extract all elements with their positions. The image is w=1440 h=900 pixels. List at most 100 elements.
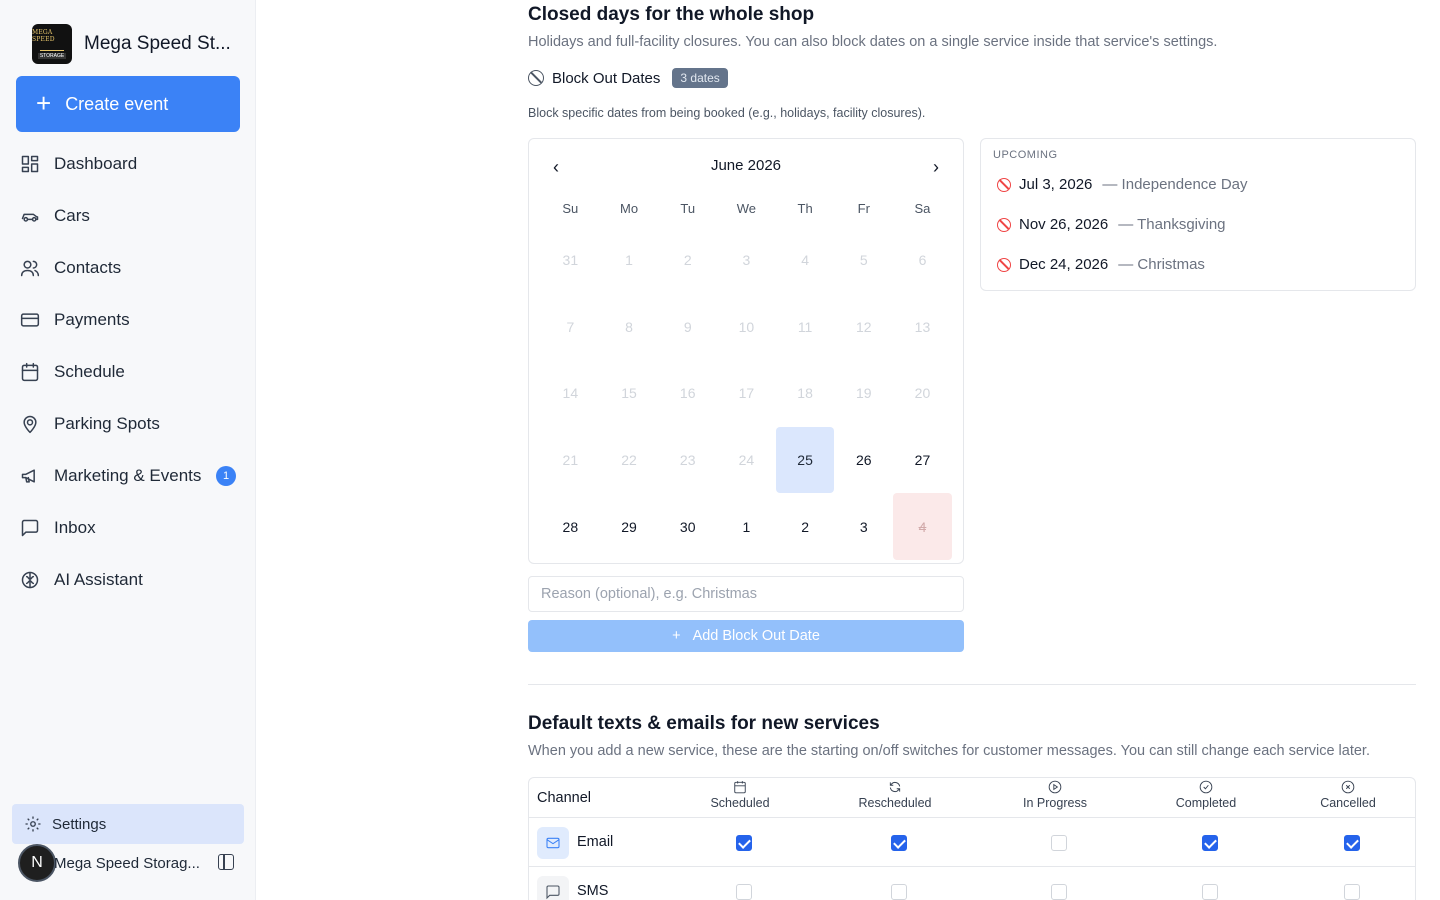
upcoming-date: Jul 3, 2026 bbox=[1019, 176, 1093, 193]
calendar-icon bbox=[734, 781, 746, 794]
calendar-day: 21 bbox=[562, 452, 579, 469]
brand[interactable]: MEGA SPEED STORAGE Mega Speed St... bbox=[32, 24, 231, 64]
sms-cancelled-checkbox[interactable] bbox=[1344, 884, 1360, 900]
calendar-day: 17 bbox=[738, 385, 755, 402]
sidebar-item-label: Schedule bbox=[54, 362, 125, 381]
gear-icon bbox=[25, 816, 41, 832]
dashboard-icon bbox=[21, 155, 39, 173]
calendar-day[interactable]: 30 bbox=[658, 493, 717, 560]
add-block-out-label: Add Block Out Date bbox=[692, 628, 820, 644]
add-block-out-date-button[interactable]: + Add Block Out Date bbox=[528, 620, 964, 652]
brand-logo: MEGA SPEED STORAGE bbox=[32, 24, 72, 64]
calendar-day: 10 bbox=[738, 318, 755, 335]
sidebar-item-label: Inbox bbox=[54, 518, 96, 537]
sidebar-item-label: Dashboard bbox=[54, 154, 138, 173]
sms-in-progress-checkbox[interactable] bbox=[1051, 884, 1067, 900]
avatar[interactable]: N bbox=[18, 844, 56, 882]
weekday-label: Sa bbox=[914, 201, 931, 216]
calendar-day: 16 bbox=[679, 385, 696, 402]
sidebar-item-marketing-events[interactable]: Marketing & Events 1 bbox=[16, 450, 240, 502]
calendar-day: 2 bbox=[683, 252, 692, 269]
closed-days-subtitle: Holidays and full-facility closures. You… bbox=[528, 34, 1218, 50]
upcoming-item: Jul 3, 2026 — Independence Day bbox=[997, 176, 1248, 193]
email-completed-checkbox[interactable] bbox=[1202, 835, 1218, 851]
ban-icon bbox=[997, 217, 1011, 232]
calendar-day: 24 bbox=[738, 452, 755, 469]
sidebar-item-dashboard[interactable]: Dashboard bbox=[16, 138, 240, 190]
sidebar-collapse-icon[interactable] bbox=[218, 854, 234, 870]
table-header: Channel Scheduled Rescheduled In Progres… bbox=[529, 778, 1415, 818]
sidebar-item-label: AI Assistant bbox=[54, 570, 143, 589]
message-icon bbox=[21, 519, 39, 537]
weekday-label: Su bbox=[562, 201, 579, 216]
column-label: Cancelled bbox=[1320, 796, 1376, 810]
calendar-day[interactable]: 29 bbox=[600, 493, 659, 560]
chevron-right-icon[interactable]: › bbox=[933, 157, 939, 177]
email-cancelled-checkbox[interactable] bbox=[1344, 835, 1360, 851]
create-event-button[interactable]: + Create event bbox=[16, 76, 240, 132]
sms-completed-checkbox[interactable] bbox=[1202, 884, 1218, 900]
calendar-day[interactable]: 3 bbox=[834, 493, 893, 560]
map-pin-icon bbox=[23, 415, 37, 434]
sidebar-item-parking-spots[interactable]: Parking Spots bbox=[16, 398, 240, 450]
column-label: Completed bbox=[1175, 796, 1237, 810]
calendar-day: 20 bbox=[914, 385, 931, 402]
plus-icon: + bbox=[36, 87, 52, 118]
email-scheduled-checkbox[interactable] bbox=[736, 835, 752, 851]
calendar-day[interactable]: 26 bbox=[834, 427, 893, 494]
calendar-day: 11 bbox=[797, 318, 813, 335]
sms-scheduled-checkbox[interactable] bbox=[736, 884, 752, 900]
user-name: Mega Speed Storag... bbox=[54, 854, 200, 872]
notification-defaults-table: Channel Scheduled Rescheduled In Progres… bbox=[528, 777, 1416, 900]
upcoming-title: UPCOMING bbox=[993, 149, 1058, 161]
sidebar-item-payments[interactable]: Payments bbox=[16, 294, 240, 346]
sms-rescheduled-checkbox[interactable] bbox=[891, 884, 907, 900]
column-scheduled: Scheduled bbox=[680, 780, 800, 810]
calendar-day: 12 bbox=[855, 318, 872, 335]
calendar-day: 13 bbox=[914, 318, 931, 335]
ban-icon bbox=[997, 177, 1011, 192]
upcoming-item: Dec 24, 2026 — Christmas bbox=[997, 256, 1205, 273]
reason-input[interactable] bbox=[528, 576, 964, 612]
defaults-subtitle: When you add a new service, these are th… bbox=[528, 743, 1370, 759]
user-account[interactable]: N Mega Speed Storag... bbox=[18, 843, 244, 883]
calendar-month: June 2026 bbox=[710, 157, 782, 174]
sidebar-item-label: Parking Spots bbox=[54, 414, 160, 433]
calendar-day: 22 bbox=[621, 452, 637, 469]
weekday-label: Tu bbox=[680, 201, 696, 216]
settings-label: Settings bbox=[52, 815, 107, 833]
email-rescheduled-checkbox[interactable] bbox=[891, 835, 907, 851]
calendar-icon bbox=[21, 362, 39, 382]
megaphone-icon bbox=[21, 469, 35, 483]
section-divider bbox=[528, 684, 1416, 685]
logo-text-bottom: STORAGE bbox=[37, 53, 67, 59]
calendar-day[interactable]: 1 bbox=[717, 493, 776, 560]
calendar-day[interactable]: 2 bbox=[776, 493, 835, 560]
table-row-email: Email bbox=[529, 818, 1415, 867]
mail-icon bbox=[537, 827, 569, 859]
channel-header: Channel bbox=[537, 790, 592, 806]
sidebar-item-cars[interactable]: Cars bbox=[16, 190, 240, 242]
dates-count-badge: 3 dates bbox=[672, 68, 728, 88]
sidebar-item-ai-assistant[interactable]: AI Assistant bbox=[16, 554, 240, 606]
calendar-day-selected[interactable]: 25 bbox=[775, 426, 835, 494]
check-circle-icon bbox=[1199, 780, 1213, 794]
weekday-header: Su Mo Tu We Th Fr Sa bbox=[541, 201, 952, 216]
calendar-day: 15 bbox=[621, 385, 637, 402]
sidebar-item-inbox[interactable]: Inbox bbox=[16, 502, 240, 554]
calendar-day: 23 bbox=[679, 452, 696, 469]
calendar-day[interactable]: 28 bbox=[541, 493, 600, 560]
calendar-day-blocked[interactable]: 4 bbox=[893, 493, 952, 560]
sidebar-item-schedule[interactable]: Schedule bbox=[16, 346, 240, 398]
calendar-day: 31 bbox=[562, 252, 579, 269]
calendar-day: 6 bbox=[918, 252, 927, 269]
sidebar-item-label: Payments bbox=[54, 310, 130, 329]
sidebar-item-label: Cars bbox=[54, 206, 90, 225]
email-in-progress-checkbox[interactable] bbox=[1051, 835, 1067, 851]
sidebar-item-contacts[interactable]: Contacts bbox=[16, 242, 240, 294]
weekday-label: We bbox=[736, 201, 757, 216]
weekday-label: Fr bbox=[857, 201, 870, 216]
sidebar-item-settings[interactable]: Settings bbox=[12, 804, 244, 844]
calendar-day[interactable]: 27 bbox=[893, 427, 952, 494]
sidebar-item-label: Contacts bbox=[54, 258, 122, 277]
